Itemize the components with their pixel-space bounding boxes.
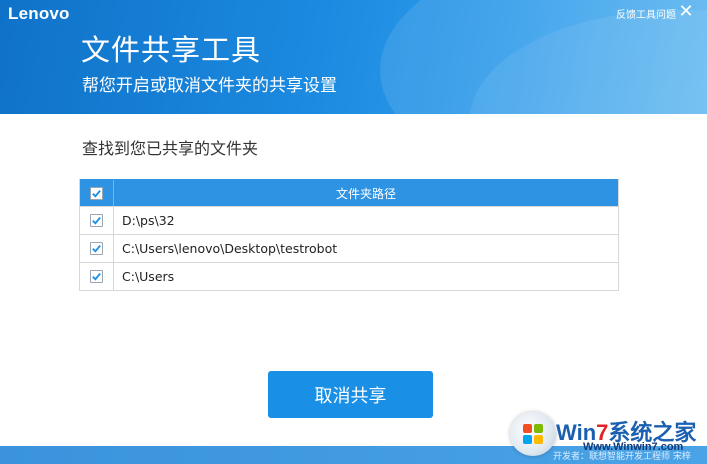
checkbox-checked-icon: [92, 244, 101, 253]
folder-path: C:\Users\lenovo\Desktop\testrobot: [122, 241, 338, 256]
app-subtitle: 帮您开启或取消文件夹的共享设置: [82, 76, 337, 96]
feedback-link[interactable]: 反馈工具问题: [616, 6, 676, 21]
watermark-w: Wi: [556, 420, 583, 445]
select-all-checkbox[interactable]: [90, 186, 103, 200]
lenovo-logo: Lenovo: [8, 4, 70, 23]
row-checkbox[interactable]: [90, 214, 103, 227]
app-title: 文件共享工具: [81, 33, 262, 67]
windows-logo-watermark: [510, 412, 556, 456]
section-label: 查找到您已共享的文件夹: [82, 139, 259, 158]
row-check-cell: [80, 263, 114, 290]
logo-quad: [523, 435, 532, 444]
checkbox-checked-icon: [92, 216, 101, 225]
watermark-url: Www.Winwin7.com: [583, 441, 684, 453]
checkbox-checked-icon: [92, 189, 101, 198]
logo-quad: [534, 424, 543, 433]
shared-folders-table: 文件夹路径 D:\ps\32 C:\Users\lenovo\Desktop\t…: [79, 179, 619, 291]
table-header-row: 文件夹路径: [80, 179, 618, 206]
header-banner: Lenovo 反馈工具问题 ✕ 文件共享工具 帮您开启或取消文件夹的共享设置: [0, 0, 707, 114]
folder-path: C:\Users: [122, 269, 175, 284]
logo-quad: [534, 435, 543, 444]
logo-quad: [523, 424, 532, 433]
folder-path: D:\ps\32: [122, 213, 175, 228]
row-checkbox[interactable]: [90, 270, 103, 283]
column-header-folder-path: 文件夹路径: [335, 186, 396, 201]
checkbox-checked-icon: [92, 272, 101, 281]
row-check-cell: [80, 207, 114, 234]
select-all-cell: [80, 180, 114, 206]
cancel-share-button[interactable]: 取消共享: [268, 371, 433, 418]
table-row: D:\ps\32: [80, 206, 618, 234]
row-checkbox[interactable]: [90, 242, 103, 255]
table-row: C:\Users\lenovo\Desktop\testrobot: [80, 234, 618, 262]
table-row: C:\Users: [80, 262, 618, 290]
close-icon[interactable]: ✕: [677, 3, 695, 21]
row-check-cell: [80, 235, 114, 262]
